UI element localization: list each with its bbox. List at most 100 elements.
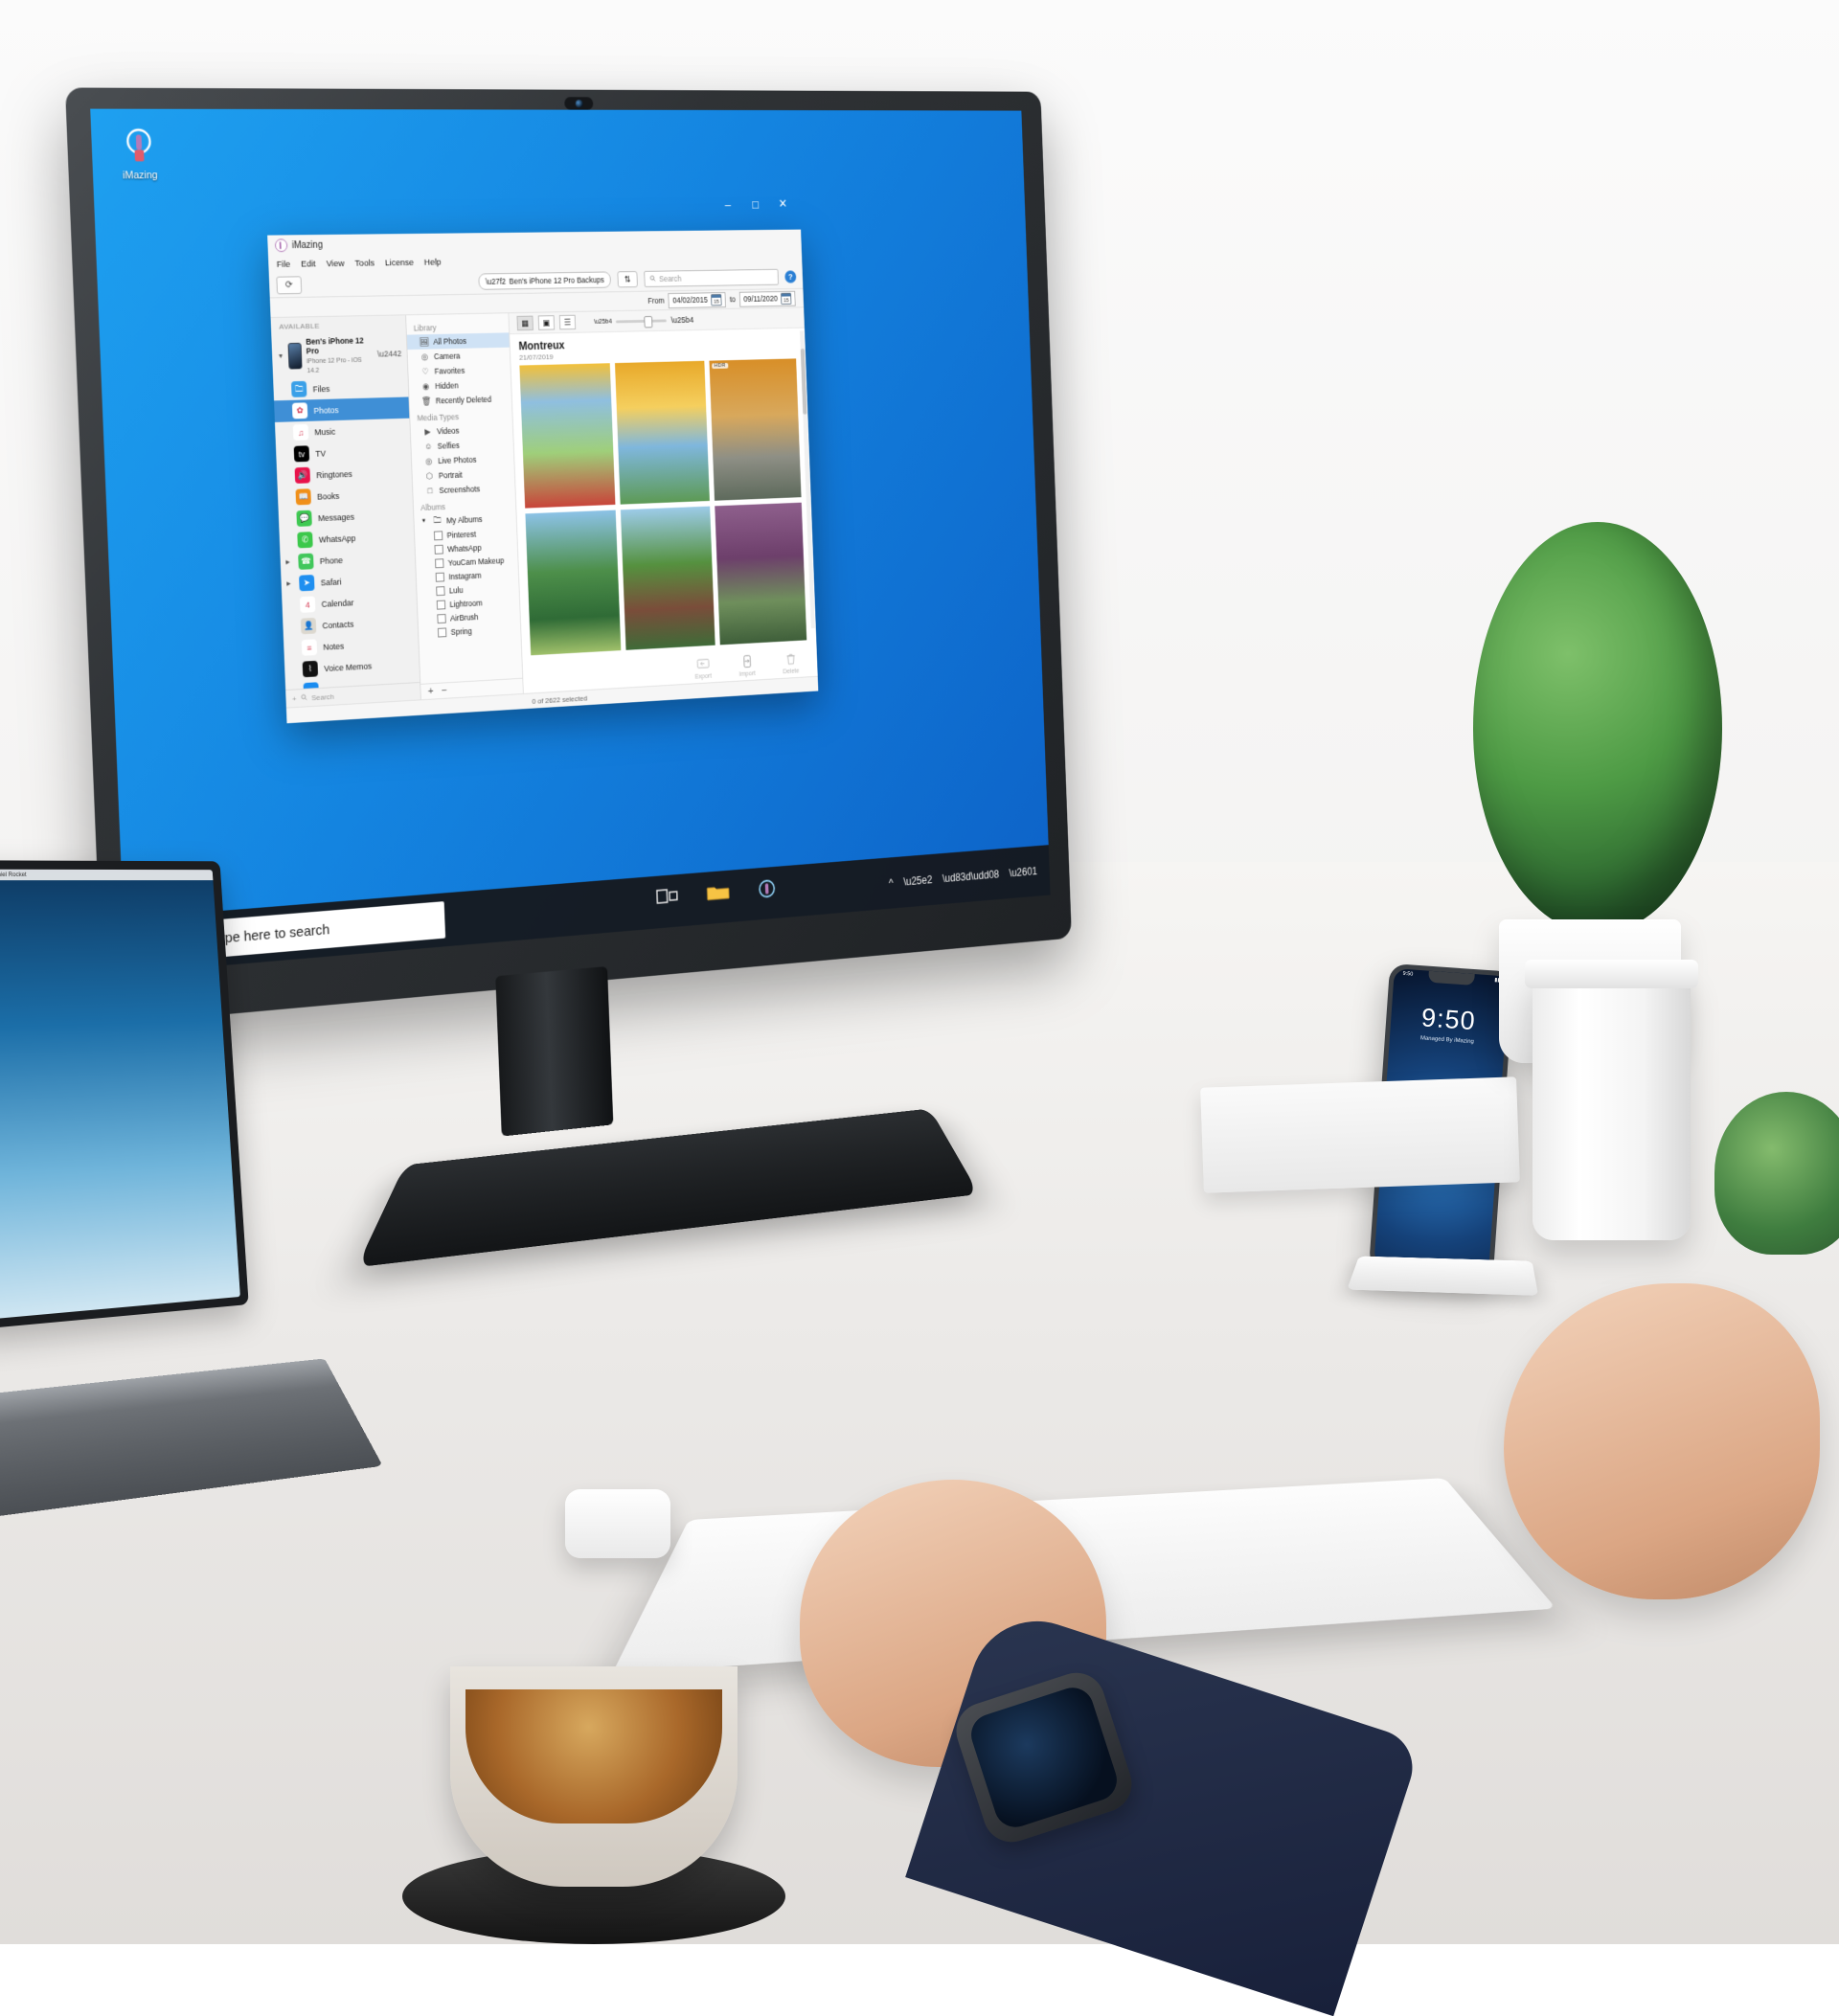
library-item-label: Spring bbox=[450, 626, 472, 637]
library-item-label: Pinterest bbox=[446, 529, 476, 539]
remove-album-button[interactable]: − bbox=[442, 685, 447, 696]
photo-umbrella-lake[interactable] bbox=[519, 363, 615, 508]
album-icon[interactable] bbox=[436, 572, 444, 581]
album-icon[interactable] bbox=[434, 544, 443, 554]
person-large-icon: \u25b4 bbox=[670, 315, 693, 325]
tray-volume-icon[interactable]: \ud83d\udd08 bbox=[942, 868, 1000, 885]
expand-caret-icon[interactable]: ▶ bbox=[285, 559, 292, 566]
expand-caret-icon[interactable]: ▶ bbox=[286, 580, 293, 587]
maximize-button[interactable]: □ bbox=[741, 191, 770, 217]
add-icon[interactable]: + bbox=[292, 694, 297, 703]
calendar-icon[interactable]: 15 bbox=[711, 294, 722, 306]
calendar-icon[interactable]: 15 bbox=[781, 292, 791, 304]
library-item-label: Recently Deleted bbox=[436, 395, 492, 405]
photos-panel[interactable]: ▦ ▣ ☰ \u25b4 \u25b4 bbox=[509, 307, 817, 693]
sidebar-device-row[interactable]: ▼ Ben's iPhone 12 Pro iPhone 12 Pro - iO… bbox=[271, 331, 407, 379]
imazing-taskbar-icon[interactable] bbox=[755, 877, 783, 910]
live-photo-icon: ◎ bbox=[424, 456, 434, 466]
sidebar-item-label: Voice Memos bbox=[324, 661, 372, 672]
chevron-down-icon[interactable]: ▼ bbox=[278, 353, 284, 360]
chevron-down-icon[interactable]: ▼ bbox=[421, 519, 427, 525]
refresh-button[interactable]: ⟳ bbox=[276, 276, 302, 294]
menu-item-help[interactable]: Help bbox=[424, 257, 442, 267]
album-icon[interactable] bbox=[436, 586, 444, 596]
imazing-window[interactable]: – □ ✕ iMazing File Edit View Tool bbox=[267, 230, 818, 724]
coffee-cup bbox=[450, 1666, 738, 1887]
webcam-icon bbox=[564, 97, 593, 109]
menu-item-license[interactable]: License bbox=[385, 258, 414, 268]
library-list[interactable]: Library🖼All Photos◎Camera♡Favorites◉Hidd… bbox=[406, 313, 522, 684]
photo-garden-lake[interactable] bbox=[621, 506, 715, 650]
library-item-label: WhatsApp bbox=[447, 543, 482, 554]
menu-item-file[interactable]: File bbox=[277, 259, 291, 269]
usb-icon: \u2442 bbox=[377, 349, 402, 358]
potted-plant bbox=[1473, 522, 1722, 934]
slider-knob[interactable] bbox=[644, 316, 652, 328]
sidebar-item-label: Notes bbox=[323, 642, 344, 652]
photo-yellow-umbrella[interactable] bbox=[615, 361, 709, 504]
menu-item-view[interactable]: View bbox=[326, 259, 344, 269]
iphone-status-time: 9:50 bbox=[1402, 971, 1413, 978]
backups-button[interactable]: \u27f2 Ben's iPhone 12 Pro Backups bbox=[478, 271, 611, 289]
phone-icon: ☎ bbox=[298, 554, 313, 570]
thumbnail-size-slider[interactable]: \u25b4 \u25b4 bbox=[594, 313, 694, 328]
laptop-keyboard-base bbox=[0, 1358, 383, 1529]
laptop-screen: The Mask Daniel Rocket bbox=[0, 860, 249, 1330]
task-view-icon[interactable] bbox=[656, 885, 686, 917]
library-item-label: Videos bbox=[437, 426, 460, 436]
sidebar-item-label: Safari bbox=[321, 578, 342, 588]
add-album-button[interactable]: + bbox=[428, 686, 434, 697]
tray-network-icon[interactable]: \u25e2 bbox=[903, 873, 932, 888]
library-panel[interactable]: Library🖼All Photos◎Camera♡Favorites◉Hidd… bbox=[406, 313, 524, 699]
window-controls[interactable]: – □ ✕ bbox=[714, 191, 797, 218]
device-subtitle: iPhone 12 Pro - iOS 14.2 bbox=[306, 357, 362, 374]
album-icon[interactable] bbox=[434, 531, 443, 540]
date-from-field[interactable]: 04/02/2015 15 bbox=[669, 292, 726, 308]
sidebar-item-list[interactable]: 🗀Files✿Photos♫MusictvTV🔊Ringtones📖Books💬… bbox=[273, 376, 420, 690]
tray-expand-icon[interactable]: ^ bbox=[889, 876, 894, 889]
taskbar-app-list[interactable] bbox=[656, 877, 783, 918]
help-button[interactable]: ? bbox=[784, 270, 796, 283]
folder-icon: 🗀 bbox=[432, 515, 442, 526]
menu-item-edit[interactable]: Edit bbox=[301, 259, 316, 269]
device-sidebar[interactable]: AVAILABLE ▼ Ben's iPhone 12 Pro iPhone 1… bbox=[271, 315, 421, 707]
album-icon[interactable] bbox=[435, 558, 443, 568]
ringtones-icon: 🔊 bbox=[295, 467, 310, 484]
delete-button[interactable]: Delete bbox=[777, 652, 805, 676]
windows-desktop[interactable]: iMazing Recycle Bin – □ ✕ bbox=[90, 109, 1050, 974]
toolbar-search-input[interactable]: Search bbox=[644, 269, 779, 287]
imazing-icon bbox=[118, 125, 160, 167]
paper-cup-lid bbox=[1525, 960, 1698, 988]
file-explorer-icon[interactable] bbox=[705, 881, 734, 914]
close-button[interactable]: ✕ bbox=[769, 191, 798, 217]
photo-terrace-hdr[interactable]: HDR bbox=[709, 358, 801, 500]
list-view-button[interactable]: ☰ bbox=[559, 315, 576, 330]
date-to-field[interactable]: 09/11/2020 15 bbox=[739, 290, 796, 306]
photo-grid[interactable]: HDR bbox=[511, 358, 816, 659]
grid-small-view-button[interactable]: ▣ bbox=[538, 315, 555, 330]
video-icon: ▶ bbox=[422, 426, 432, 437]
album-icon[interactable] bbox=[438, 627, 446, 637]
library-item-label: Live Photos bbox=[438, 455, 476, 465]
sort-button[interactable]: ⇅ bbox=[617, 271, 638, 287]
album-icon[interactable] bbox=[437, 614, 445, 623]
tray-cloud-icon[interactable]: \u2601 bbox=[1009, 865, 1037, 879]
monitor-stand-neck bbox=[495, 966, 613, 1137]
menu-item-tools[interactable]: Tools bbox=[354, 258, 375, 268]
minimize-button[interactable]: – bbox=[714, 191, 742, 217]
slider-track[interactable] bbox=[616, 319, 667, 323]
desktop-icon-imazing[interactable]: iMazing bbox=[103, 125, 174, 183]
import-label: Import bbox=[739, 670, 756, 678]
photo-hydrangea[interactable] bbox=[715, 502, 806, 645]
library-item-label: Lulu bbox=[449, 585, 464, 595]
tv-icon: tv bbox=[294, 446, 309, 463]
sidebar-item-label: Messages bbox=[318, 512, 354, 523]
photo-palm-lake[interactable] bbox=[525, 510, 621, 655]
taskbar-tray[interactable]: ^ \u25e2 \ud83d\udd08 \u2601 bbox=[889, 864, 1050, 890]
sidebar-item-label: Ringtones bbox=[316, 469, 352, 480]
sidebar-item-label: Phone bbox=[320, 555, 343, 566]
album-icon[interactable] bbox=[437, 600, 445, 609]
grid-large-view-button[interactable]: ▦ bbox=[516, 316, 533, 331]
import-button[interactable]: Import bbox=[733, 654, 761, 678]
export-button[interactable]: Export bbox=[689, 657, 717, 681]
